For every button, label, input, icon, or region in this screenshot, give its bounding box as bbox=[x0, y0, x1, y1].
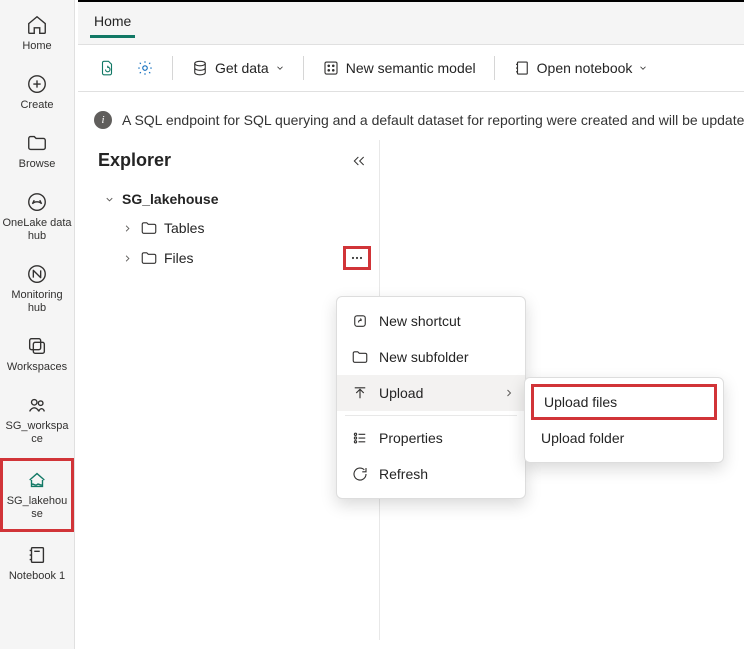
more-actions-button[interactable] bbox=[343, 246, 371, 270]
home-icon bbox=[24, 12, 50, 38]
chevron-right-icon bbox=[120, 253, 134, 264]
monitoring-icon bbox=[24, 261, 50, 287]
refresh-doc-icon bbox=[98, 59, 116, 77]
menu-new-shortcut-label: New shortcut bbox=[379, 313, 461, 329]
menu-new-subfolder-label: New subfolder bbox=[379, 349, 469, 365]
lakehouse-icon bbox=[24, 467, 50, 493]
plus-circle-icon bbox=[24, 71, 50, 97]
nav-sg-workspace-label: SG_workspa ce bbox=[2, 420, 72, 446]
menu-upload-label: Upload bbox=[379, 385, 423, 401]
menu-upload[interactable]: Upload bbox=[337, 375, 525, 411]
properties-icon bbox=[351, 429, 369, 447]
info-icon: i bbox=[94, 111, 112, 129]
refresh-icon bbox=[351, 465, 369, 483]
explorer-title: Explorer bbox=[98, 150, 171, 171]
menu-properties[interactable]: Properties bbox=[337, 420, 525, 456]
new-model-label: New semantic model bbox=[346, 60, 476, 76]
nav-home-label: Home bbox=[22, 40, 51, 53]
menu-properties-label: Properties bbox=[379, 430, 443, 446]
menu-separator bbox=[345, 415, 517, 416]
explorer-header: Explorer bbox=[90, 140, 379, 185]
tree-node-tables[interactable]: Tables bbox=[98, 213, 371, 243]
nav-monitoring-label: Monitoring hub bbox=[2, 289, 72, 315]
onelake-icon bbox=[24, 189, 50, 215]
nav-workspaces[interactable]: Workspaces bbox=[0, 327, 74, 382]
model-icon bbox=[322, 59, 340, 77]
chevron-down-icon bbox=[102, 194, 116, 205]
left-nav-rail: Home Create Browse OneLake data hub Moni… bbox=[0, 0, 75, 649]
menu-refresh-label: Refresh bbox=[379, 466, 428, 482]
explorer-tree: SG_lakehouse Tables Files bbox=[90, 185, 379, 273]
get-data-label: Get data bbox=[215, 60, 269, 76]
menu-new-shortcut[interactable]: New shortcut bbox=[337, 303, 525, 339]
shortcut-icon bbox=[351, 312, 369, 330]
submenu-upload-files-label: Upload files bbox=[544, 394, 617, 410]
nav-sg-lakehouse-label: SG_lakehou se bbox=[5, 495, 69, 521]
workspaces-icon bbox=[24, 333, 50, 359]
collapse-icon[interactable] bbox=[351, 153, 367, 169]
tree-node-files[interactable]: Files bbox=[98, 243, 371, 273]
upload-submenu: Upload files Upload folder bbox=[524, 377, 724, 463]
nav-notebook-label: Notebook 1 bbox=[9, 570, 65, 583]
open-notebook-button[interactable]: Open notebook bbox=[505, 55, 657, 81]
nav-home[interactable]: Home bbox=[0, 6, 74, 61]
nav-notebook[interactable]: Notebook 1 bbox=[0, 536, 74, 591]
context-menu: New shortcut New subfolder Upload Proper… bbox=[336, 296, 526, 499]
toolbar-separator bbox=[172, 56, 173, 80]
tab-home[interactable]: Home bbox=[90, 8, 135, 38]
database-icon bbox=[191, 59, 209, 77]
tab-bar: Home bbox=[78, 0, 744, 44]
chevron-right-icon bbox=[503, 387, 515, 399]
nav-sg-workspace[interactable]: SG_workspa ce bbox=[0, 386, 74, 454]
toolbar-separator bbox=[494, 56, 495, 80]
submenu-upload-folder[interactable]: Upload folder bbox=[525, 420, 723, 456]
menu-refresh[interactable]: Refresh bbox=[337, 456, 525, 492]
tree-tables-label: Tables bbox=[164, 220, 204, 236]
nav-onelake-label: OneLake data hub bbox=[2, 217, 72, 243]
open-notebook-label: Open notebook bbox=[537, 60, 633, 76]
nav-monitoring[interactable]: Monitoring hub bbox=[0, 255, 74, 323]
folder-icon bbox=[140, 249, 158, 267]
folder-icon bbox=[24, 130, 50, 156]
folder-icon bbox=[140, 219, 158, 237]
notebook-icon bbox=[24, 542, 50, 568]
new-semantic-model-button[interactable]: New semantic model bbox=[314, 55, 484, 81]
refresh-schema-button[interactable] bbox=[90, 55, 124, 81]
nav-browse[interactable]: Browse bbox=[0, 124, 74, 179]
tree-root-lakehouse[interactable]: SG_lakehouse bbox=[98, 185, 371, 213]
info-text: A SQL endpoint for SQL querying and a de… bbox=[122, 112, 744, 128]
folder-icon bbox=[351, 348, 369, 366]
tree-files-label: Files bbox=[164, 250, 194, 266]
toolbar-separator bbox=[303, 56, 304, 80]
chevron-right-icon bbox=[120, 223, 134, 234]
chevron-down-icon bbox=[275, 63, 285, 73]
gear-icon bbox=[136, 59, 154, 77]
toolbar: Get data New semantic model Open noteboo… bbox=[78, 44, 744, 92]
chevron-down-icon bbox=[638, 63, 648, 73]
tree-root-label: SG_lakehouse bbox=[122, 191, 219, 207]
nav-browse-label: Browse bbox=[19, 158, 56, 171]
info-banner: i A SQL endpoint for SQL querying and a … bbox=[78, 100, 744, 140]
nav-workspaces-label: Workspaces bbox=[7, 361, 67, 374]
nav-create[interactable]: Create bbox=[0, 65, 74, 120]
get-data-button[interactable]: Get data bbox=[183, 55, 293, 81]
nav-create-label: Create bbox=[20, 99, 53, 112]
nav-onelake[interactable]: OneLake data hub bbox=[0, 183, 74, 251]
submenu-upload-folder-label: Upload folder bbox=[541, 430, 624, 446]
people-icon bbox=[24, 392, 50, 418]
menu-new-subfolder[interactable]: New subfolder bbox=[337, 339, 525, 375]
upload-icon bbox=[351, 384, 369, 402]
submenu-upload-files[interactable]: Upload files bbox=[531, 384, 717, 420]
notebook-icon bbox=[513, 59, 531, 77]
tab-home-label: Home bbox=[94, 13, 131, 29]
nav-sg-lakehouse[interactable]: SG_lakehou se bbox=[0, 458, 74, 532]
settings-button[interactable] bbox=[128, 55, 162, 81]
